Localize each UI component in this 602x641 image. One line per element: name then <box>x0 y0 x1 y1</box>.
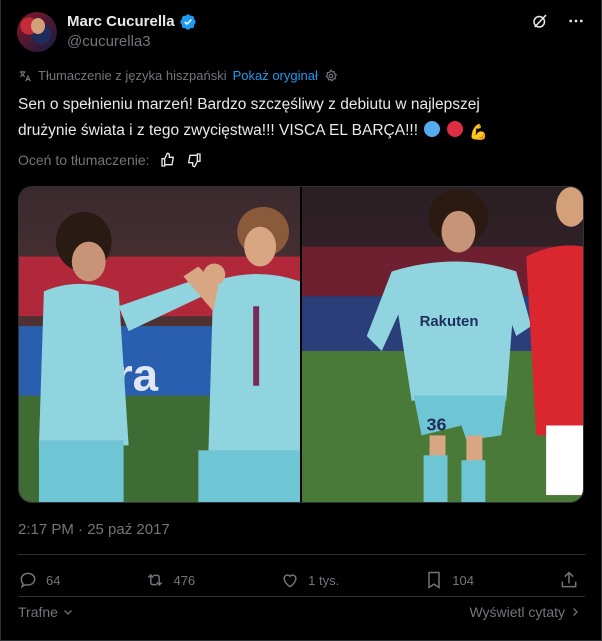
tweet-timestamp[interactable]: 2:17 PM · 25 paź 2017 <box>18 521 170 538</box>
tweet-text-line-2: drużynie świata i z tego zwycięstwa!!! V… <box>18 118 588 146</box>
retweet-button[interactable]: 476 <box>145 570 195 590</box>
gear-icon[interactable] <box>324 68 338 83</box>
show-original-link[interactable]: Pokaż oryginał <box>233 68 318 83</box>
avatar[interactable] <box>17 12 57 52</box>
photo-1-image: gura <box>19 187 300 502</box>
author-display-name-row[interactable]: Marc Cucurella <box>67 12 197 32</box>
flexed-biceps-emoji: 💪 <box>468 124 488 141</box>
chevron-right-icon <box>573 608 578 616</box>
bookmark-icon <box>428 571 440 589</box>
divider-bottom <box>18 596 585 597</box>
author-handle[interactable]: @cucurella3 <box>67 32 197 52</box>
svg-text:36: 36 <box>427 414 447 434</box>
view-quotes-link[interactable]: Wyświetl cytaty <box>469 604 581 620</box>
bookmark-button[interactable]: 104 <box>424 570 474 590</box>
sort-dropdown[interactable]: Trafne <box>18 604 74 620</box>
chevron-down-icon <box>64 610 72 615</box>
like-button[interactable]: 1 tys. <box>280 570 339 590</box>
share-icon <box>561 571 577 588</box>
tweet-header: Marc Cucurella @cucurella3 <box>17 12 585 52</box>
sort-label: Trafne <box>18 604 58 620</box>
reply-count: 64 <box>46 572 61 588</box>
photo-2[interactable]: Rakuten 36 <box>302 187 583 502</box>
translate-icon <box>19 70 31 81</box>
tweet-text-line-1: Sen o spełnieniu marzeń! Bardzo szczęśli… <box>18 96 480 113</box>
header-actions <box>531 12 585 30</box>
rate-translation-label: Oceń to tłumaczenie: <box>18 152 150 168</box>
tweet-text: Sen o spełnieniu marzeń! Bardzo szczęśli… <box>18 92 588 146</box>
photo-1[interactable]: gura <box>19 187 300 502</box>
translation-bar: Tłumaczenie z języka hiszpański Pokaż or… <box>18 68 338 83</box>
action-bar: 64 476 1 tys. 104 <box>18 570 579 590</box>
share-button[interactable] <box>559 570 579 590</box>
replies-footer: Trafne Wyświetl cytaty <box>18 604 581 620</box>
grok-icon[interactable] <box>531 12 549 30</box>
retweet-icon <box>148 573 163 587</box>
divider-top <box>18 554 585 555</box>
tweet-text-line-2-text: drużynie świata i z tego zwycięstwa!!! V… <box>18 122 418 139</box>
reply-icon <box>20 572 36 589</box>
photo-2-image: Rakuten 36 <box>302 187 583 502</box>
author-display-name[interactable]: Marc Cucurella <box>67 12 175 32</box>
thumbs-up-icon[interactable] <box>160 152 176 168</box>
reply-button[interactable]: 64 <box>18 570 60 590</box>
like-count: 1 tys. <box>308 572 340 588</box>
media-grid: gura <box>18 186 584 503</box>
verified-badge-icon <box>179 14 196 30</box>
blue-circle-emoji <box>424 121 441 137</box>
thumbs-down-icon[interactable] <box>186 152 202 168</box>
retweet-count: 476 <box>173 572 196 588</box>
bookmark-count: 104 <box>452 572 474 588</box>
tweet-detail: Marc Cucurella @cucurella3 Tłumaczenie z… <box>0 0 602 641</box>
heart-icon <box>283 574 297 588</box>
author-names: Marc Cucurella @cucurella3 <box>67 12 197 52</box>
view-quotes-label: Wyświetl cytaty <box>469 604 565 620</box>
svg-text:Rakuten: Rakuten <box>420 313 479 330</box>
translation-label: Tłumaczenie z języka hiszpański <box>38 68 227 83</box>
rate-translation: Oceń to tłumaczenie: <box>18 152 202 168</box>
red-circle-emoji <box>446 121 463 137</box>
more-dots-icon[interactable] <box>567 12 585 30</box>
